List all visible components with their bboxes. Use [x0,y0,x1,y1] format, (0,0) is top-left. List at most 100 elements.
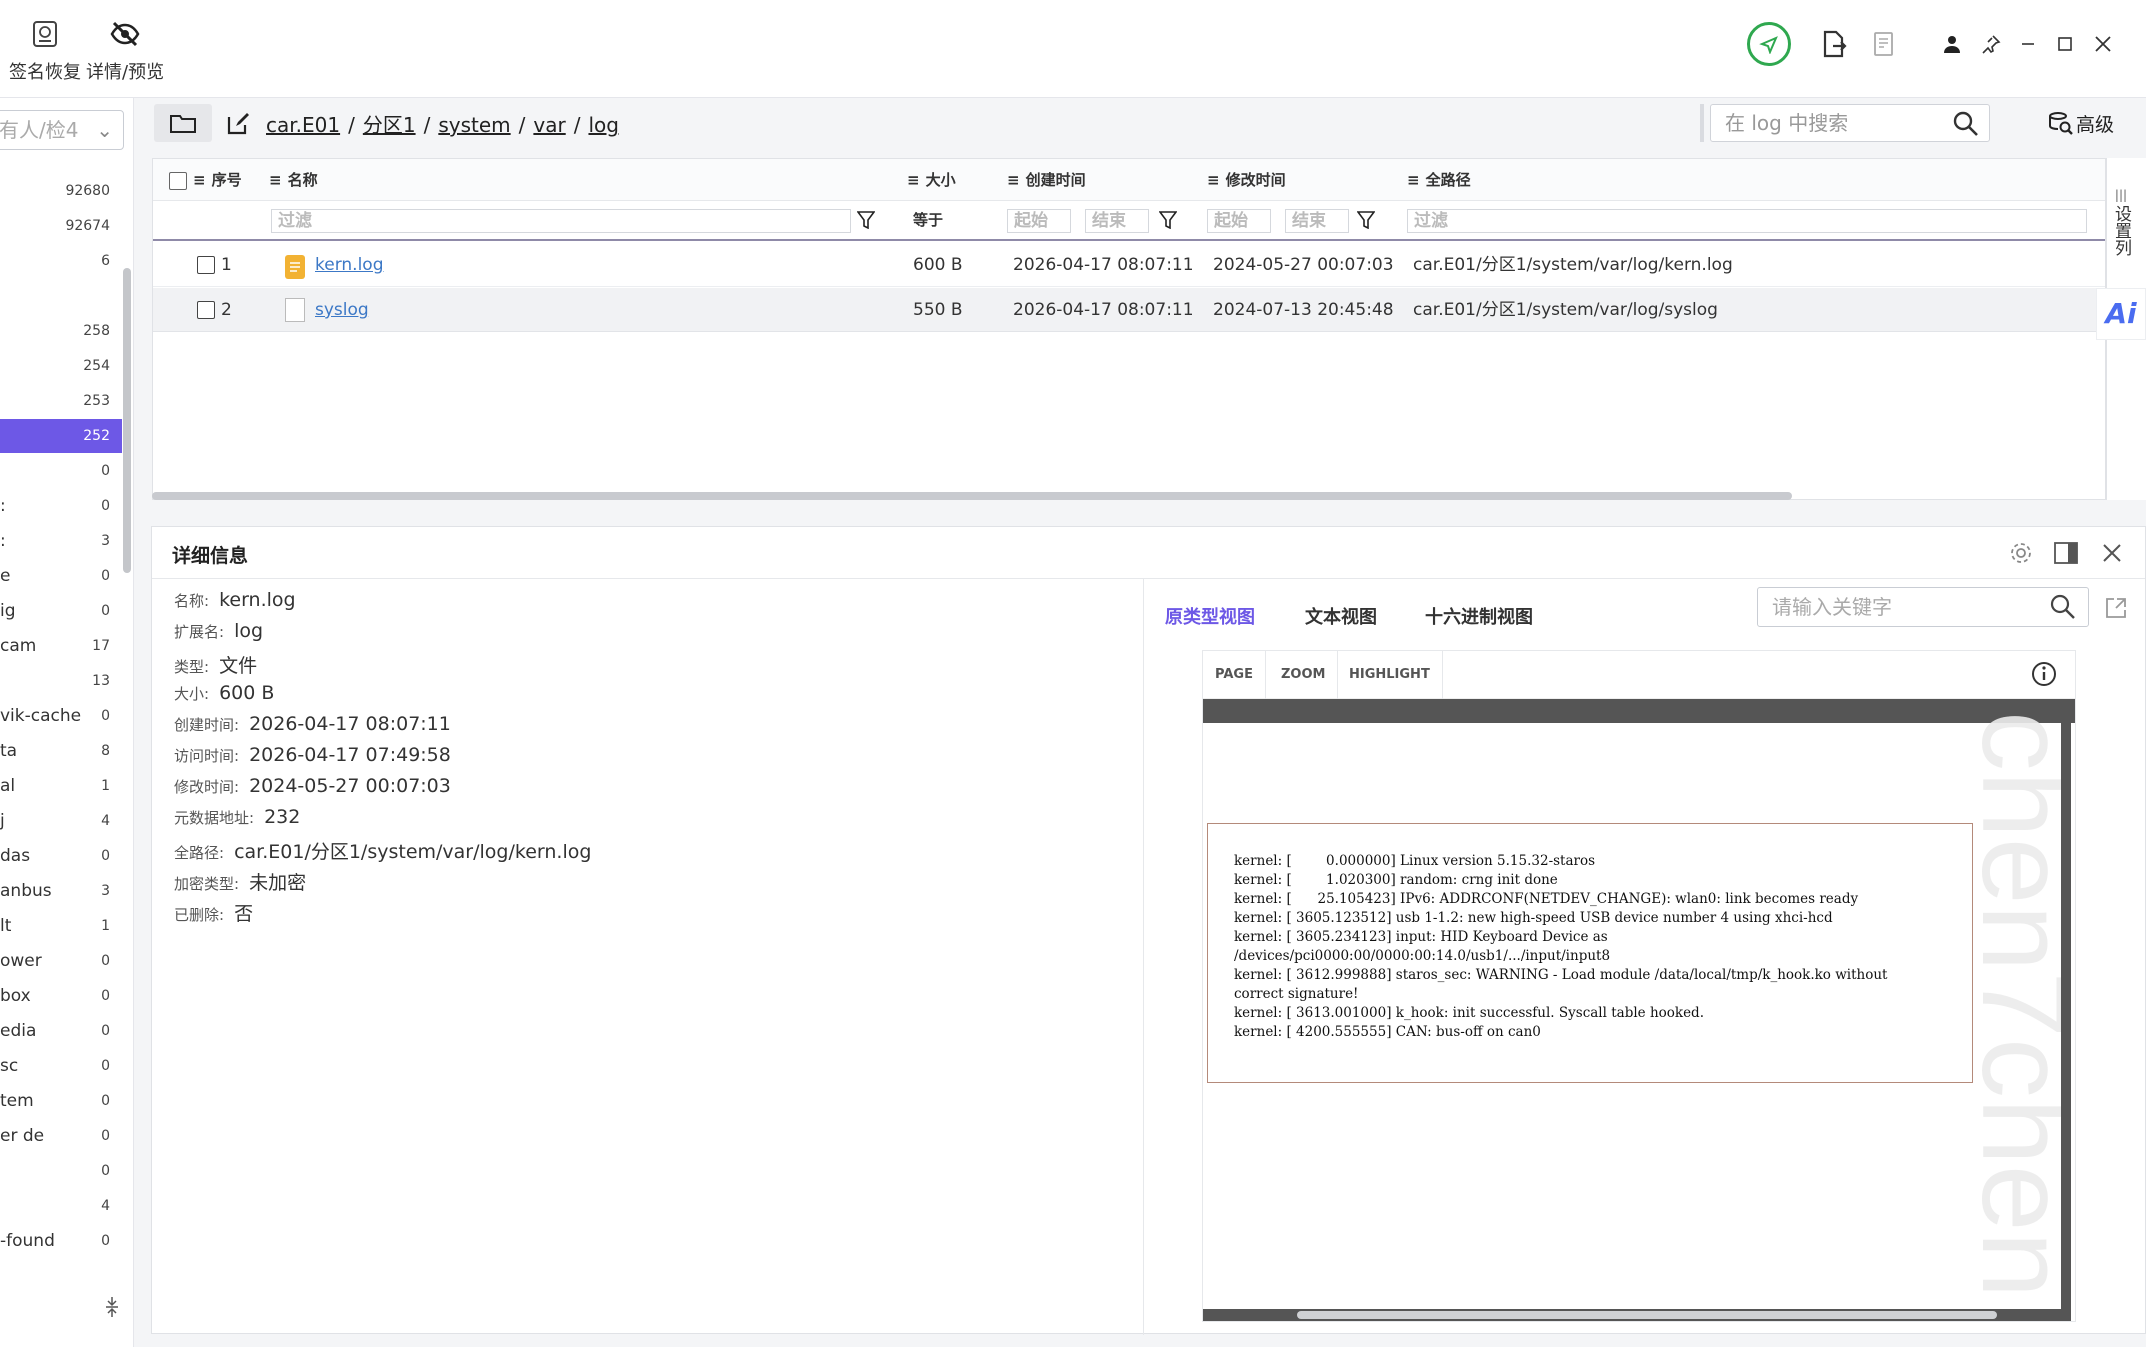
sidebar-tree-item[interactable]: edia 0 [0,1014,122,1048]
sidebar-tree-item[interactable]: 0 [0,454,122,488]
created-start-input[interactable]: 起始 [1007,209,1071,233]
filter-row: 过滤 等于 起始 结束 起始 结束 过滤 [153,201,2105,241]
sidebar-tree-item[interactable]: sc 0 [0,1049,122,1083]
modified-end-input[interactable]: 结束 [1285,209,1349,233]
table-row[interactable]: 2 syslog 550 B 2026-04-17 08:07:11 2024-… [153,288,2105,332]
breadcrumb-item[interactable]: system [438,113,510,137]
sidebar-tree-item[interactable]: 92680 [0,174,122,208]
search-icon[interactable] [2050,594,2076,632]
user-icon[interactable] [1938,30,1966,58]
sidebar-tree-item[interactable]: tem 0 [0,1084,122,1118]
sidebar-tree-item[interactable]: lt 1 [0,909,122,943]
created-end-input[interactable]: 结束 [1085,209,1149,233]
highlight-button[interactable]: HIGHLIGHT [1337,651,1443,699]
owner-filter-select[interactable]: 有人/检4 ⌄ [0,110,124,150]
sidebar-tree-item[interactable]: 254 [0,349,122,383]
sidebar-tree-item[interactable]: 0 [0,1154,122,1188]
signature-restore-button[interactable]: 签名恢复 [6,12,84,92]
column-fullpath[interactable]: ≡ 全路径 [1407,159,1471,201]
sidebar-tree-item[interactable]: 253 [0,384,122,418]
select-all-checkbox[interactable] [169,159,187,201]
column-modified[interactable]: ≡ 修改时间 [1207,159,1286,201]
sidebar-tree-item[interactable]: 13 [0,664,122,698]
sidebar-tree-item[interactable]: cam 17 [0,629,122,663]
filter-icon[interactable] [1356,211,1376,233]
scroll-thumb[interactable] [1297,1311,1997,1319]
modified-start-input[interactable]: 起始 [1207,209,1271,233]
advanced-search-button[interactable]: 高级 [2048,110,2114,140]
sidebar-tree-item[interactable]: -found 0 [0,1224,122,1258]
column-settings-button[interactable]: ||| 设置列 [2106,185,2136,275]
breadcrumb-item[interactable]: var [533,113,565,137]
sidebar-tree-item[interactable]: ower 0 [0,944,122,978]
path-filter-input[interactable]: 过滤 [1407,209,2087,233]
row-checkbox[interactable] [197,288,215,332]
column-size[interactable]: ≡ 大小 [907,159,956,201]
close-icon[interactable] [2098,539,2126,567]
row-checkbox[interactable] [197,243,215,287]
gear-icon[interactable] [2007,539,2035,567]
sidebar-tree-item[interactable]: 92674 [0,209,122,243]
sidebar-tree-item[interactable]: 6 [0,244,122,278]
ai-assistant-button[interactable]: Ai [2096,288,2146,340]
detail-preview-button[interactable]: 详情/预览 [86,12,164,92]
info-icon[interactable] [2031,661,2057,691]
breadcrumb-item[interactable]: car.E01 [266,113,340,137]
edit-path-icon[interactable] [222,108,254,140]
maximize-icon[interactable] [2049,28,2081,60]
sidebar-item-label: e [0,566,11,586]
pin-icon[interactable] [1977,30,2005,58]
sidebar-tree-item[interactable]: box 0 [0,979,122,1013]
open-external-icon[interactable] [2102,594,2130,622]
sidebar-tree-item[interactable]: anbus 3 [0,874,122,908]
breadcrumb-item[interactable]: log [588,113,619,137]
search-input[interactable]: 在 log 中搜索 [1710,104,1990,142]
sidebar-tree-item[interactable]: e0 [0,559,122,593]
column-index[interactable]: ≡ 序号 [193,159,242,201]
sidebar-scrollbar[interactable] [123,268,131,573]
sidebar-tree-item[interactable]: ig 0 [0,594,122,628]
sidebar-tree-item[interactable]: :3 [0,524,122,558]
sidebar-tree-item[interactable]: er de 0 [0,1119,122,1153]
collapse-icon[interactable] [100,1293,124,1321]
file-name-link[interactable]: syslog [315,288,369,332]
minimize-icon[interactable] [2012,28,2044,60]
viewer-horizontal-scrollbar[interactable] [1203,1309,2071,1321]
split-panel-icon[interactable] [2052,539,2080,567]
tab-text-view[interactable]: 文本视图 [1305,603,1377,629]
sidebar-tree-item[interactable]: vik-cache 0 [0,699,122,733]
size-filter-mode[interactable]: 等于 [913,209,943,230]
page-button[interactable]: PAGE [1203,651,1266,699]
tab-original-view[interactable]: 原类型视图 [1165,603,1255,629]
report-icon[interactable] [1868,28,1900,60]
keyword-search-input[interactable]: 请输入关键字 [1757,587,2089,627]
zoom-button[interactable]: ZOOM [1269,651,1339,699]
file-created: 2026-04-17 08:07:11 [1013,300,1194,320]
table-horizontal-scrollbar[interactable] [152,492,1792,500]
file-name-link[interactable]: kern.log [315,243,383,287]
sidebar-tree-item[interactable]: ta 8 [0,734,122,768]
file-export-icon[interactable] [1818,28,1850,60]
sidebar-tree-item[interactable]: 4 [0,1189,122,1223]
send-circle-icon[interactable] [1747,22,1791,66]
sidebar-tree-item[interactable]: 258 [0,314,122,348]
column-created[interactable]: ≡ 创建时间 [1007,159,1086,201]
close-window-icon[interactable] [2087,28,2119,60]
advanced-search-label: 高级 [2076,114,2115,136]
sidebar-tree-item[interactable]: j4 [0,804,122,838]
column-name[interactable]: ≡ 名称 [269,159,318,201]
filter-icon[interactable] [1158,211,1178,233]
table-row[interactable]: 1 kern.log 600 B 2026-04-17 08:07:11 202… [153,243,2105,287]
sidebar-tree-item[interactable] [0,279,122,313]
filter-icon[interactable] [856,211,876,233]
sidebar-tree-item[interactable]: 252 [0,419,122,453]
name-filter-input[interactable]: 过滤 [271,209,851,233]
folder-icon[interactable] [154,104,212,142]
tab-hex-view[interactable]: 十六进制视图 [1425,603,1533,629]
sidebar-tree-item[interactable]: al 1 [0,769,122,803]
breadcrumb-item[interactable]: 分区1 [363,113,416,137]
search-icon[interactable] [1953,111,1979,148]
sidebar-tree-item[interactable]: das 0 [0,839,122,873]
sidebar-tree-item[interactable]: :0 [0,489,122,523]
viewer-vertical-scrollbar[interactable] [2061,699,2071,1309]
